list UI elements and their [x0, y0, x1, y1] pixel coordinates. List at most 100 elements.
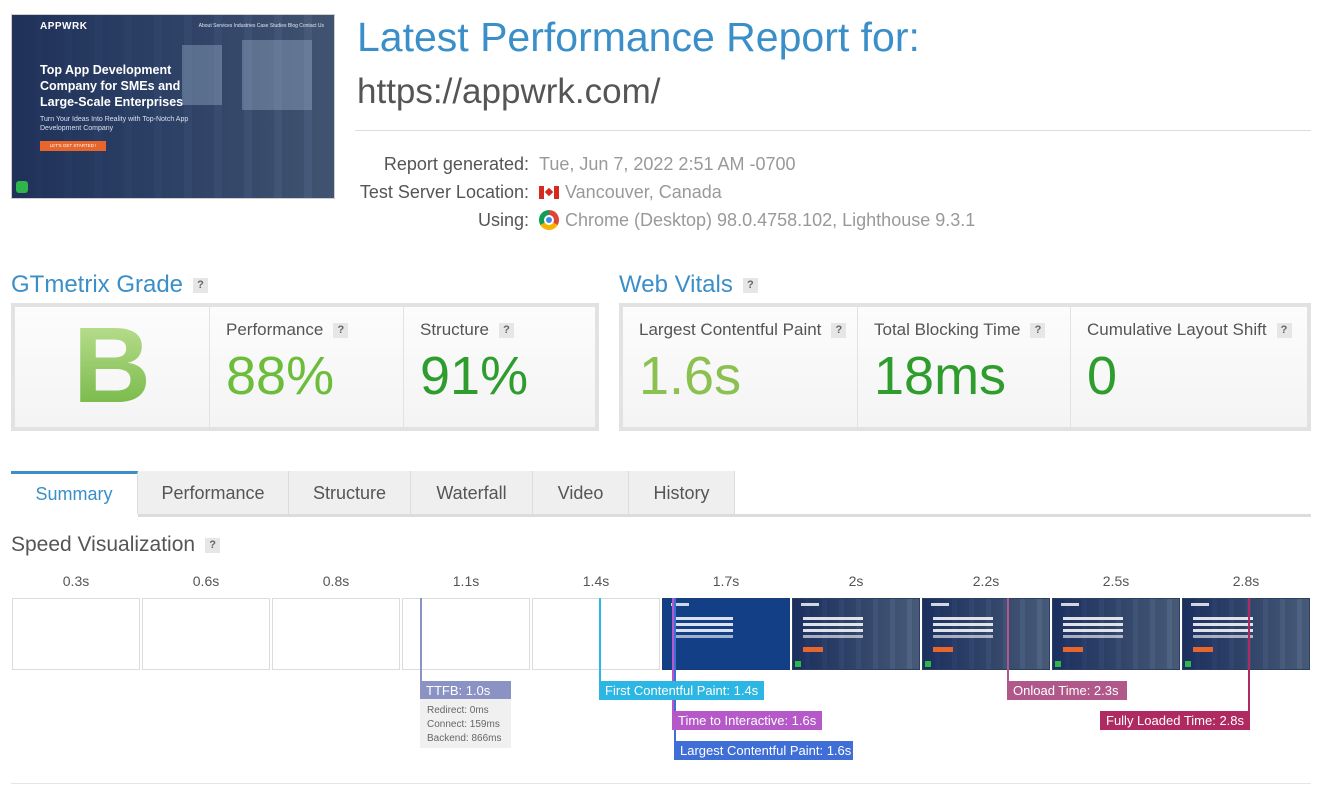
structure-label-row: Structure ?: [420, 320, 514, 340]
lcp-marker[interactable]: Largest Contentful Paint: 1.6s: [674, 741, 853, 760]
tbt-value: 18ms: [874, 346, 1007, 406]
grade-letter: B: [15, 307, 209, 427]
frame-logo: [801, 603, 819, 606]
ttfb-breakdown: Redirect: 0ms Connect: 159ms Backend: 86…: [420, 699, 511, 748]
frame-headline: [1063, 617, 1123, 620]
onload-marker[interactable]: Onload Time: 2.3s: [1007, 681, 1127, 700]
chrome-icon: [539, 210, 559, 230]
performance-cell: Performance ? 88%: [210, 307, 404, 427]
thumbnail-window: [242, 40, 312, 110]
timeline-tick: 2.2s: [972, 573, 1000, 589]
metric-label: Largest Contentful Paint: [639, 320, 822, 339]
filmstrip-frame[interactable]: [142, 598, 270, 670]
timeline-tick: 0.3s: [62, 573, 90, 589]
timeline-tick: 1.1s: [452, 573, 480, 589]
fcp-line: [599, 598, 601, 681]
speed-visualization-heading: Speed Visualization ?: [11, 533, 221, 557]
filmstrip-frame[interactable]: [1182, 598, 1310, 670]
page-title: Latest Performance Report for:: [357, 14, 920, 60]
frame-logo: [931, 603, 949, 606]
help-icon[interactable]: ?: [1276, 322, 1292, 338]
fully-loaded-marker[interactable]: Fully Loaded Time: 2.8s: [1100, 711, 1250, 730]
frame-cta: [803, 647, 823, 652]
timeline-tick: 0.6s: [192, 573, 220, 589]
tbt-cell: Total Blocking Time ? 18ms: [858, 307, 1071, 427]
tab-video[interactable]: Video: [533, 471, 629, 515]
meta-value: Chrome (Desktop) 98.0.4758.102, Lighthou…: [539, 210, 975, 231]
page-screenshot-thumbnail: APPWRK About Services Industries Case St…: [11, 14, 335, 199]
help-icon[interactable]: ?: [205, 537, 221, 553]
web-vitals-panel: Largest Contentful Paint ? 1.6s Total Bl…: [619, 303, 1311, 431]
ttfb-marker[interactable]: TTFB: 1.0s: [420, 681, 511, 700]
frame-headline: [803, 617, 863, 620]
frame-whatsapp-icon: [1055, 661, 1061, 667]
metric-label: Structure: [420, 320, 489, 339]
tti-marker[interactable]: Time to Interactive: 1.6s: [672, 711, 823, 730]
timeline-tick: 2.5s: [1102, 573, 1130, 589]
thumbnail-subtext: Turn Your Ideas Into Reality with Top-No…: [40, 116, 189, 132]
using-value: Chrome (Desktop) 98.0.4758.102, Lighthou…: [565, 209, 976, 230]
onload-line: [1007, 598, 1009, 681]
performance-label-row: Performance ?: [226, 320, 349, 340]
frame-headline: [673, 617, 733, 620]
grade-cell: B: [15, 307, 210, 427]
lcp-label-row: Largest Contentful Paint ?: [639, 320, 847, 340]
frame-headline: [1193, 617, 1253, 620]
structure-cell: Structure ? 91%: [404, 307, 595, 427]
timeline-tick: 1.7s: [712, 573, 740, 589]
fully-loaded-line: [1248, 598, 1250, 711]
filmstrip-frame[interactable]: [532, 598, 660, 670]
whatsapp-icon: [16, 181, 28, 193]
frame-logo: [1061, 603, 1079, 606]
backend-time: Backend: 866ms: [427, 733, 502, 744]
gtmetrix-grade-heading: GTmetrix Grade ?: [11, 271, 209, 299]
redirect-time: Redirect: 0ms: [427, 705, 489, 716]
filmstrip-frame[interactable]: [1052, 598, 1180, 670]
location-value: Vancouver, Canada: [565, 181, 722, 202]
section-title: Web Vitals: [619, 271, 733, 298]
tab-summary[interactable]: Summary: [11, 471, 138, 515]
connect-time: Connect: 159ms: [427, 719, 500, 730]
help-icon[interactable]: ?: [742, 277, 758, 293]
generated-value: Tue, Jun 7, 2022 2:51 AM -0700: [539, 153, 796, 174]
tab-waterfall[interactable]: Waterfall: [411, 471, 533, 515]
web-vitals-heading: Web Vitals ?: [619, 271, 758, 299]
tab-performance[interactable]: Performance: [138, 471, 289, 515]
filmstrip-frame[interactable]: [272, 598, 400, 670]
help-icon[interactable]: ?: [831, 322, 847, 338]
help-icon[interactable]: ?: [193, 277, 209, 293]
section-title: GTmetrix Grade: [11, 271, 184, 298]
cls-value: 0: [1087, 346, 1118, 406]
tabs-underline: [11, 514, 1311, 517]
meta-label: Using:: [477, 209, 529, 230]
meta-report-generated: Report generated: Tue, Jun 7, 2022 2:51 …: [355, 152, 796, 176]
filmstrip-frame[interactable]: [922, 598, 1050, 670]
tab-history[interactable]: History: [629, 471, 735, 515]
thumbnail-nav: About Services Industries Case Studies B…: [198, 23, 324, 29]
meta-label: Report generated:: [383, 153, 529, 174]
meta-using: Using: Chrome (Desktop) 98.0.4758.102, L…: [355, 208, 975, 232]
tbt-label-row: Total Blocking Time ?: [874, 320, 1046, 340]
metric-label: Cumulative Layout Shift: [1087, 320, 1267, 339]
filmstrip-frame[interactable]: [662, 598, 790, 670]
ttfb-line: [420, 598, 422, 681]
filmstrip-frame[interactable]: [792, 598, 920, 670]
metric-label: Total Blocking Time: [874, 320, 1021, 339]
tab-structure[interactable]: Structure: [289, 471, 411, 515]
grade-panel: B Performance ? 88% Structure ? 91%: [11, 303, 599, 431]
section-title: Speed Visualization: [11, 533, 196, 556]
fcp-marker[interactable]: First Contentful Paint: 1.4s: [599, 681, 765, 700]
help-icon[interactable]: ?: [1030, 322, 1046, 338]
frame-cta: [933, 647, 953, 652]
meta-label: Test Server Location:: [359, 181, 529, 202]
help-icon[interactable]: ?: [333, 322, 349, 338]
frame-whatsapp-icon: [795, 661, 801, 667]
timeline-tick: 2.8s: [1232, 573, 1260, 589]
tabs-active-gap: [11, 514, 138, 517]
timeline-tick: 0.8s: [322, 573, 350, 589]
help-icon[interactable]: ?: [498, 322, 514, 338]
meta-server-location: Test Server Location: Vancouver, Canada: [355, 180, 722, 204]
filmstrip-frame[interactable]: [12, 598, 140, 670]
cls-label-row: Cumulative Layout Shift ?: [1087, 320, 1292, 340]
canada-flag-icon: [539, 185, 559, 199]
